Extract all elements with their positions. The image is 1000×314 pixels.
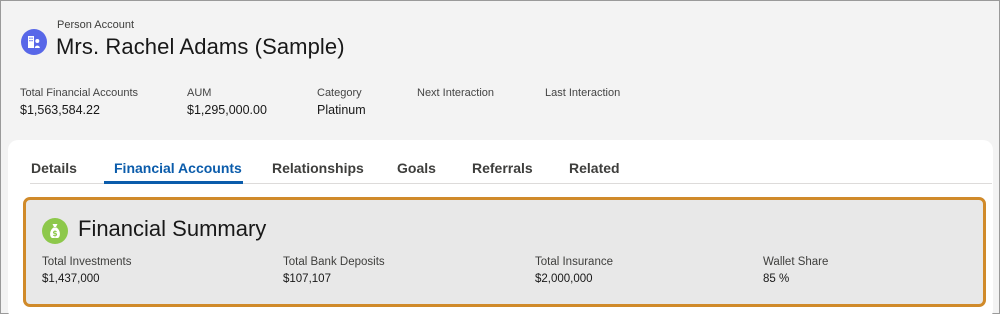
field-label: AUM xyxy=(187,87,212,99)
field-value: $107,107 xyxy=(283,273,331,285)
tab-related[interactable]: Related xyxy=(569,160,620,176)
highlight-total-financial-accounts: Total Financial Accounts $1,563,584.22 xyxy=(20,87,138,117)
highlight-next-interaction: Next Interaction xyxy=(417,87,494,103)
summary-total-bank-deposits: Total Bank Deposits $107,107 xyxy=(283,256,385,285)
field-label: Total Financial Accounts xyxy=(20,87,139,99)
financial-summary-panel xyxy=(23,197,986,307)
highlight-category: Category Platinum xyxy=(317,87,366,117)
summary-total-investments: Total Investments $1,437,000 xyxy=(42,256,131,285)
financial-summary-title: Financial Summary xyxy=(78,216,267,241)
highlight-aum: AUM $1,295,000.00 xyxy=(187,87,267,117)
field-label: Total Bank Deposits xyxy=(283,256,385,268)
tab-financial-accounts[interactable]: Financial Accounts xyxy=(114,160,242,176)
field-value: $1,295,000.00 xyxy=(187,103,267,117)
summary-total-insurance: Total Insurance $2,000,000 xyxy=(535,256,613,285)
tab-relationships[interactable]: Relationships xyxy=(272,160,364,176)
person-account-icon xyxy=(21,29,47,55)
field-label: Total Investments xyxy=(42,256,132,268)
svg-text:$: $ xyxy=(52,229,57,238)
field-value: Platinum xyxy=(317,103,366,117)
money-bag-icon: $ xyxy=(42,218,68,244)
active-tab-indicator xyxy=(104,181,243,184)
field-label: Total Insurance xyxy=(535,256,613,268)
page-title: Mrs. Rachel Adams (Sample) xyxy=(56,34,345,59)
field-label: Next Interaction xyxy=(417,87,495,99)
tab-bar: Details Financial Accounts Relationships… xyxy=(30,140,992,184)
field-label: Wallet Share xyxy=(763,256,829,268)
field-label: Last Interaction xyxy=(545,87,621,99)
object-type-label: Person Account xyxy=(57,19,135,31)
highlight-last-interaction: Last Interaction xyxy=(545,87,620,103)
summary-wallet-share: Wallet Share 85 % xyxy=(763,256,828,285)
field-label: Category xyxy=(317,87,362,99)
field-value: $2,000,000 xyxy=(535,273,593,285)
tab-goals[interactable]: Goals xyxy=(397,160,436,176)
tab-details[interactable]: Details xyxy=(31,160,77,176)
field-value: 85 % xyxy=(763,273,790,285)
field-value: $1,563,584.22 xyxy=(20,103,100,117)
field-value: $1,437,000 xyxy=(42,273,100,285)
tab-referrals[interactable]: Referrals xyxy=(472,160,533,176)
